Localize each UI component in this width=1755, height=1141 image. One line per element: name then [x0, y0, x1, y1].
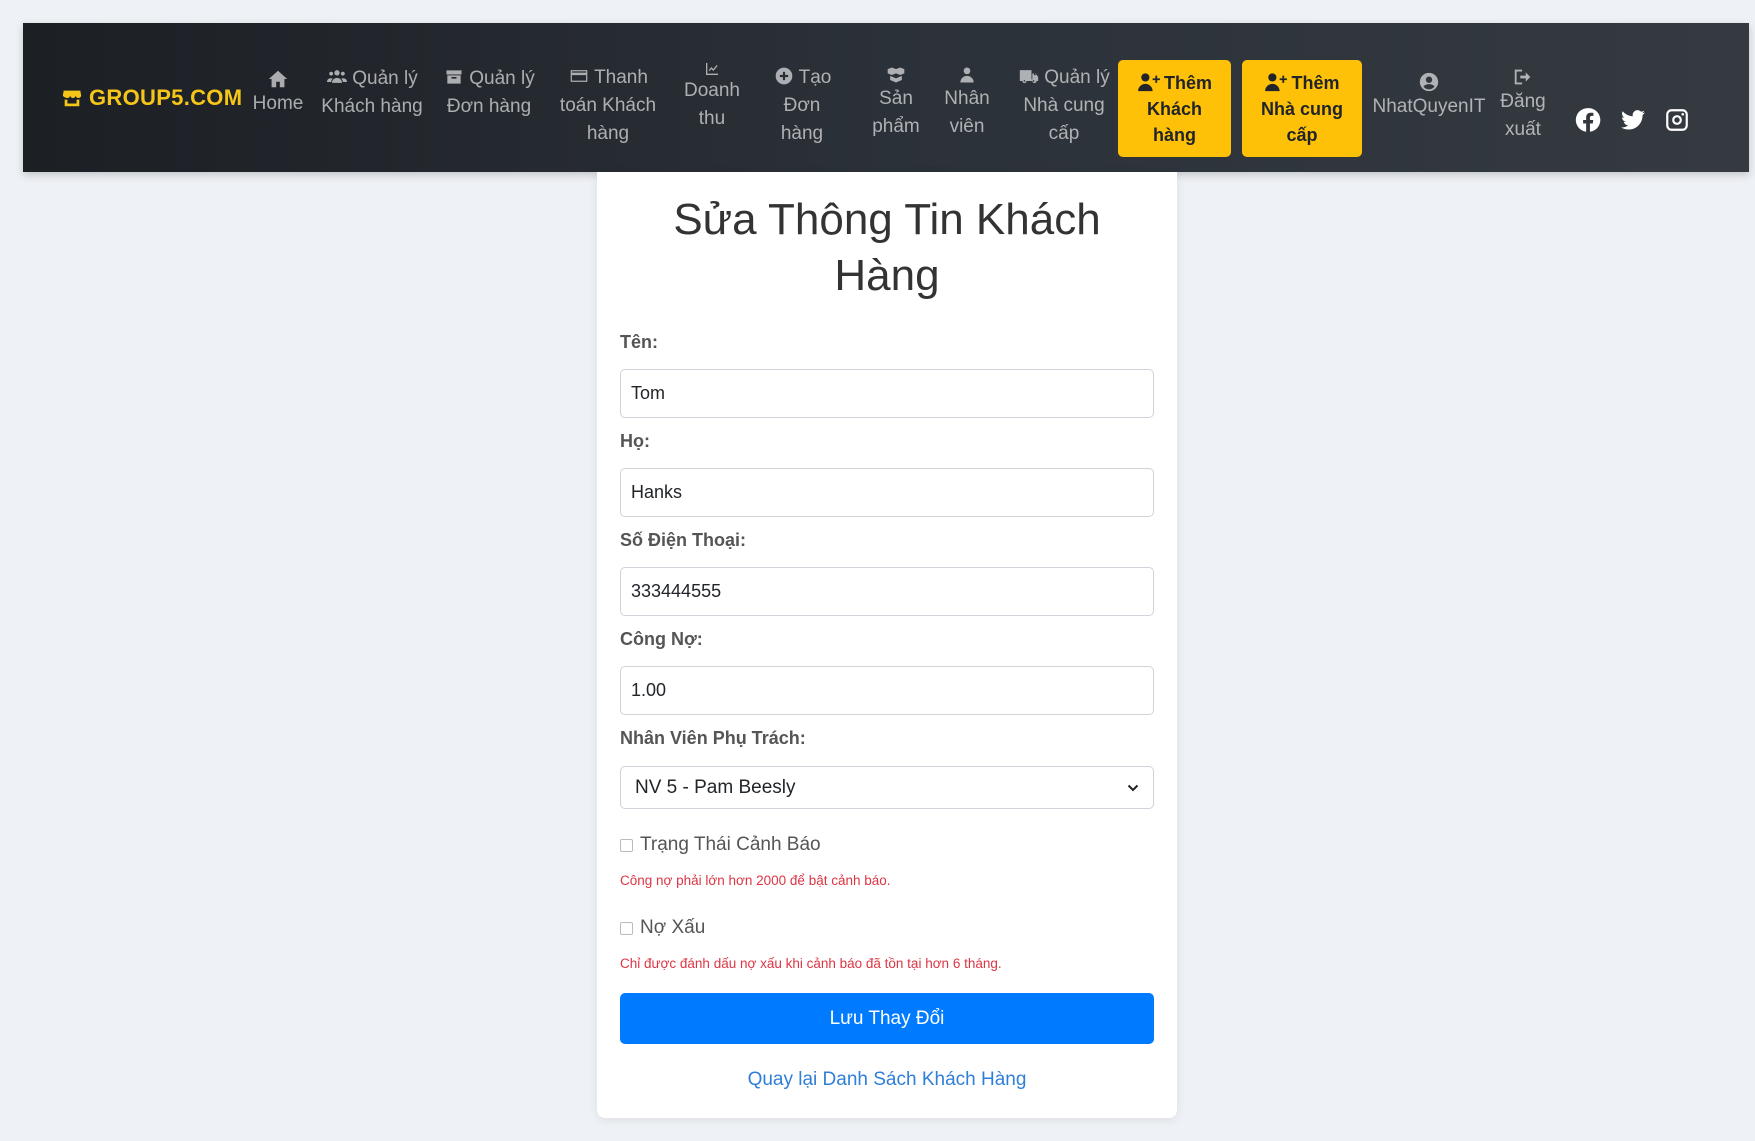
add-supplier-label-2: Nhà cung: [1260, 98, 1343, 119]
nav-user-profile[interactable]: NhatQuyenIT: [1370, 68, 1488, 124]
boxes-icon: [887, 67, 905, 83]
truck-icon: [1020, 70, 1039, 84]
plus-circle-icon: [775, 67, 792, 85]
credit-card-icon: [570, 70, 588, 82]
nav-revenue-label-2: thu: [698, 108, 726, 129]
staff-label: Nhân Viên Phụ Trách:: [620, 728, 806, 748]
page-title-line-2: Hàng: [834, 251, 940, 300]
first-name-input[interactable]: [620, 369, 1154, 418]
nav-staff-label-1: Nhân: [944, 88, 990, 109]
bad-debt-label: Nợ Xấu: [640, 917, 706, 938]
page-title: Sửa Thông Tin Khách Hàng: [597, 192, 1177, 304]
nav-payment-label-3: hàng: [586, 123, 630, 144]
add-customer-label-1: Thêm: [1163, 72, 1212, 93]
user-icon: [960, 67, 974, 83]
add-customer-button[interactable]: Thêm Khách hàng: [1118, 60, 1231, 157]
debt-label: Công Nợ:: [620, 629, 703, 649]
nav-home[interactable]: Home: [250, 58, 306, 128]
nav-user-label: NhatQuyenIT: [1372, 96, 1486, 117]
brand-name: GROUP5.COM: [89, 85, 243, 110]
add-supplier-label-1: Thêm: [1291, 72, 1340, 93]
home-icon: [268, 70, 288, 88]
nav-customers-label-1: Quản lý: [352, 68, 418, 89]
bad-debt-note: Chỉ được đánh dấu nợ xấu khi cảnh báo đã…: [620, 956, 1002, 971]
nav-payment-label-1: Thanh: [594, 67, 648, 88]
warning-status-checkbox[interactable]: [620, 838, 633, 852]
save-changes-button[interactable]: Lưu Thay Đổi: [620, 993, 1154, 1044]
user-circle-icon: [1419, 72, 1439, 92]
nav-manage-orders[interactable]: Quản lý Đơn hàng: [441, 63, 537, 123]
add-customer-label-3: hàng: [1153, 124, 1196, 145]
staff-select[interactable]: NV 5 - Pam Beesly: [620, 766, 1154, 809]
nav-suppliers-label-2: Nhà cung: [1023, 95, 1105, 116]
nav-create-order-label-2: Đơn: [783, 95, 821, 116]
first-name-label: Tên:: [620, 332, 658, 352]
nav-products-label-1: Sản: [879, 88, 913, 109]
add-customer-label-2: Khách: [1146, 98, 1202, 119]
store-icon: [62, 90, 82, 107]
instagram-link[interactable]: [1664, 107, 1690, 133]
warning-status-label: Trạng Thái Cảnh Báo: [640, 834, 821, 855]
nav-products-label-2: phẩm: [872, 116, 920, 137]
back-to-customer-list-link[interactable]: Quay lại Danh Sách Khách Hàng: [597, 1069, 1177, 1091]
facebook-icon: [1575, 108, 1601, 132]
nav-revenue-label-1: Doanh: [684, 80, 740, 101]
nav-manage-customers[interactable]: Quản lý Khách hàng: [316, 63, 428, 123]
nav-home-label: Home: [252, 93, 304, 114]
facebook-link[interactable]: [1575, 107, 1601, 133]
box-icon: [446, 70, 462, 84]
nav-customer-payment[interactable]: Thanh toán Khách hàng: [552, 63, 664, 149]
nav-logout-label-1: Đăng: [1500, 91, 1546, 112]
users-icon: [327, 70, 348, 83]
warning-status-note: Công nợ phải lớn hơn 2000 để bật cảnh bá…: [620, 873, 891, 888]
staff-select-value: NV 5 - Pam Beesly: [635, 776, 796, 798]
twitter-icon: [1621, 110, 1645, 130]
nav-payment-label-2: toán Khách: [559, 95, 657, 116]
nav-staff-label-2: viên: [949, 116, 985, 137]
last-name-input[interactable]: [620, 468, 1154, 517]
user-plus-icon: [1138, 72, 1160, 91]
nav-staff[interactable]: Nhân viên: [933, 65, 1001, 141]
nav-create-order-label-3: hàng: [780, 123, 824, 144]
navbar: GROUP5.COM Home Quản lý Khách hàng Quản …: [23, 23, 1749, 172]
last-name-label: Họ:: [620, 431, 650, 451]
nav-products[interactable]: Sản phẩm: [861, 65, 931, 141]
bad-debt-checkbox[interactable]: [620, 921, 633, 935]
bad-debt-row[interactable]: Nợ Xấu: [620, 917, 705, 939]
nav-orders-label-1: Quản lý: [469, 68, 535, 89]
nav-logout[interactable]: Đăng xuất: [1493, 65, 1553, 145]
chevron-down-icon: [1127, 784, 1139, 791]
warning-status-row[interactable]: Trạng Thái Cảnh Báo: [620, 834, 821, 856]
edit-customer-card: Sửa Thông Tin Khách Hàng Tên: Họ: Số Điệ…: [597, 172, 1177, 1118]
nav-manage-suppliers[interactable]: Quản lý Nhà cung cấp: [1010, 63, 1118, 149]
nav-suppliers-label-1: Quản lý: [1044, 67, 1110, 88]
add-supplier-label-3: cấp: [1286, 124, 1318, 145]
nav-logout-label-2: xuất: [1505, 119, 1541, 140]
nav-revenue[interactable]: Doanh thu: [676, 61, 748, 133]
nav-customers-label-2: Khách hàng: [321, 96, 423, 117]
instagram-icon: [1666, 109, 1688, 131]
user-plus-icon: [1265, 72, 1288, 91]
twitter-link[interactable]: [1620, 107, 1646, 133]
nav-create-order-label-1: Tạo: [798, 67, 832, 88]
brand-logo[interactable]: GROUP5.COM: [61, 81, 242, 115]
nav-orders-label-2: Đơn hàng: [446, 96, 532, 117]
add-supplier-button[interactable]: Thêm Nhà cung cấp: [1242, 60, 1362, 157]
phone-label: Số Điện Thoại:: [620, 530, 746, 550]
sign-out-icon: [1514, 69, 1531, 85]
nav-suppliers-label-3: cấp: [1048, 123, 1080, 144]
debt-input[interactable]: [620, 666, 1154, 715]
phone-input[interactable]: [620, 567, 1154, 616]
page-title-line-1: Sửa Thông Tin Khách: [673, 195, 1101, 244]
nav-create-order[interactable]: Tạo Đơn hàng: [760, 63, 844, 149]
chart-line-icon: [706, 63, 718, 75]
